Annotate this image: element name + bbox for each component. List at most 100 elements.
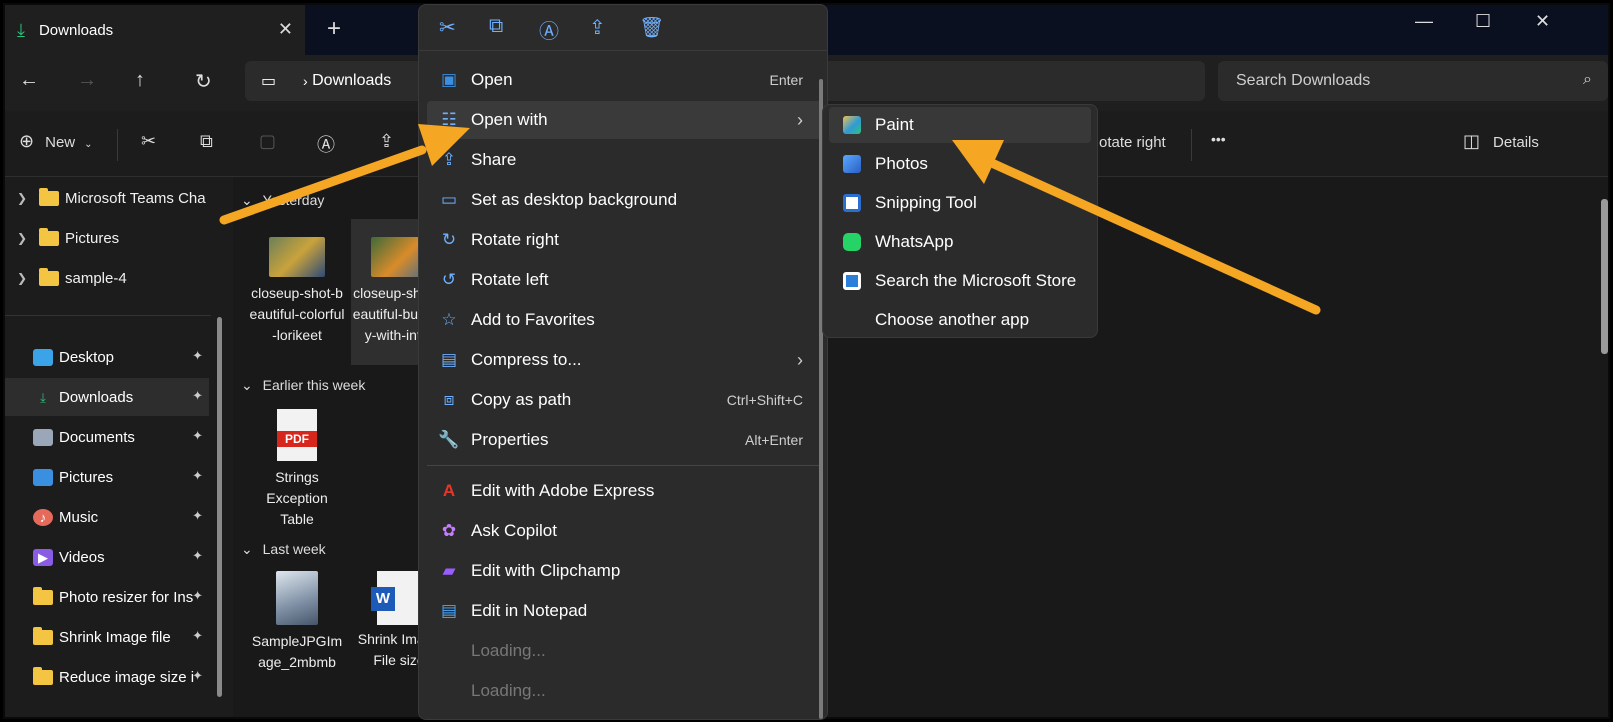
submenu-item-paint[interactable]: Paint	[829, 107, 1091, 143]
chevron-right-icon[interactable]: ❯	[5, 231, 39, 245]
menu-item-open-with[interactable]: ☷ Open with ›	[427, 101, 821, 139]
tree-item-label: Microsoft Teams Cha	[65, 189, 206, 207]
image-thumbnail	[276, 571, 318, 625]
menu-item-label: Add to Favorites	[471, 310, 595, 329]
chevron-right-icon[interactable]: ❯	[5, 271, 39, 285]
menu-item-rotate-left[interactable]: ↺ Rotate left	[427, 261, 821, 299]
submenu-item-photos[interactable]: Photos	[829, 146, 1091, 182]
quick-access-photo-resizer[interactable]: Photo resizer for Ins ✦	[5, 578, 209, 616]
pin-icon: ✦	[192, 588, 203, 603]
up-button[interactable]: ↑	[135, 69, 145, 92]
quick-access-label: Photo resizer for Ins	[59, 588, 194, 606]
breadcrumb-chevron-icon: ›	[303, 73, 308, 89]
submenu-item-snipping-tool[interactable]: Snipping Tool	[829, 185, 1091, 221]
menu-item-rotate-right[interactable]: ↻ Rotate right	[427, 221, 821, 259]
group-label: Last week	[262, 541, 326, 557]
file-name: Strings Exception Table	[266, 469, 328, 527]
delete-icon[interactable]: 🗑	[639, 15, 664, 40]
nav-scrollbar[interactable]	[217, 317, 222, 697]
folder-icon	[33, 626, 53, 645]
compress-icon: ▤	[440, 350, 458, 369]
rename-icon[interactable]: Ⓐ	[317, 131, 335, 157]
quick-access-reduce-image[interactable]: Reduce image size i ✦	[5, 658, 209, 696]
refresh-button[interactable]: ↻	[195, 69, 212, 94]
quick-access-label: Pictures	[59, 468, 114, 486]
group-header-yesterday[interactable]: ⌄ Yesterday	[241, 192, 324, 209]
share-icon[interactable]: ⇪	[589, 15, 606, 40]
submenu-item-microsoft-store[interactable]: Search the Microsoft Store	[829, 263, 1091, 299]
group-label: Earlier this week	[262, 377, 366, 393]
group-header-last-week[interactable]: ⌄ Last week	[241, 541, 326, 558]
submenu-item-whatsapp[interactable]: WhatsApp	[829, 224, 1091, 260]
new-button[interactable]: ⊕ New ⌄	[19, 131, 93, 152]
maximize-button[interactable]: ☐	[1475, 11, 1491, 32]
menu-item-label: Edit with Clipchamp	[471, 561, 621, 580]
chevron-right-icon: ›	[797, 109, 803, 130]
details-button[interactable]: ◫ Details	[1463, 131, 1539, 152]
menu-item-clipchamp[interactable]: ▰ Edit with Clipchamp	[427, 552, 821, 590]
menu-item-compress[interactable]: ▤ Compress to... ›	[427, 341, 821, 379]
paste-icon[interactable]: ▢	[259, 131, 276, 152]
content-scrollbar[interactable]	[1601, 199, 1608, 354]
menu-item-notepad[interactable]: ▤ Edit in Notepad	[427, 592, 821, 630]
quick-access-pictures[interactable]: Pictures ✦	[5, 458, 209, 496]
menu-item-label: Open	[471, 70, 513, 89]
copy-icon[interactable]: ⧉	[489, 15, 503, 38]
menu-item-properties[interactable]: 🔧 Properties Alt+Enter	[427, 421, 821, 459]
back-button[interactable]: ←	[19, 69, 39, 92]
word-badge: W	[371, 587, 395, 611]
menu-item-open[interactable]: ▣ Open Enter	[427, 61, 821, 99]
quick-access-music[interactable]: ♪ Music ✦	[5, 498, 209, 536]
quick-access-downloads[interactable]: ⤓ Downloads ✦	[5, 378, 209, 416]
breadcrumb-downloads[interactable]: Downloads	[312, 72, 391, 90]
details-label: Details	[1493, 134, 1539, 151]
tab-downloads[interactable]: ⤓ Downloads ✕	[5, 5, 305, 55]
tree-item-teams[interactable]: ❯ Microsoft Teams Cha	[5, 181, 211, 215]
file-name: SampleJPGImage_2mbmb	[251, 633, 343, 670]
menu-item-add-favorites[interactable]: ☆ Add to Favorites	[427, 301, 821, 339]
search-input[interactable]: Search Downloads ⌕	[1218, 61, 1608, 101]
file-name: closeup-shot-beautiful-colorful-lorikeet	[249, 285, 345, 343]
submenu-item-choose-another-app[interactable]: Choose another app	[829, 302, 1091, 338]
menu-item-label: Open with	[471, 110, 548, 129]
cut-icon[interactable]: ✂	[439, 15, 456, 40]
tree-item-sample-4[interactable]: ❯ sample-4	[5, 261, 211, 295]
copy-icon[interactable]: ⧉	[200, 131, 213, 152]
quick-access-label: Reduce image size i	[59, 668, 195, 686]
file-lorikeet[interactable]: closeup-shot-beautiful-colorful-lorikeet	[249, 237, 345, 346]
cut-icon[interactable]: ✂	[141, 131, 156, 152]
pin-icon: ✦	[192, 428, 203, 443]
quick-access-shrink-image[interactable]: Shrink Image file ✦	[5, 618, 209, 656]
more-options-icon[interactable]: •••	[1211, 131, 1226, 147]
file-sample-jpg[interactable]: SampleJPGImage_2mbmb	[249, 571, 345, 673]
details-pane-icon: ◫	[1463, 131, 1481, 151]
minimize-button[interactable]: —	[1415, 11, 1433, 32]
menu-item-adobe-express[interactable]: A Edit with Adobe Express	[427, 472, 821, 510]
chevron-right-icon[interactable]: ❯	[5, 191, 39, 205]
rename-icon[interactable]: Ⓐ	[539, 15, 559, 44]
quick-access-label: Documents	[59, 428, 135, 446]
nav-divider	[5, 315, 211, 316]
rotate-right-button[interactable]: otate right	[1099, 131, 1166, 152]
documents-icon	[33, 428, 53, 446]
context-menu: ✂ ⧉ Ⓐ ⇪ 🗑 ▣ Open Enter ☷ Open with › ⇪ S…	[418, 4, 828, 720]
adobe-icon: A	[442, 481, 456, 500]
menu-item-share[interactable]: ⇪ Share	[427, 141, 821, 179]
menu-item-ask-copilot[interactable]: ✿ Ask Copilot	[427, 512, 821, 550]
pin-icon: ✦	[192, 388, 203, 403]
quick-access-videos[interactable]: ▶ Videos ✦	[5, 538, 209, 576]
close-window-button[interactable]: ✕	[1535, 11, 1550, 32]
new-tab-button[interactable]: +	[327, 15, 341, 43]
tree-item-pictures[interactable]: ❯ Pictures	[5, 221, 211, 255]
quick-access-documents[interactable]: Documents ✦	[5, 418, 209, 456]
forward-button[interactable]: →	[77, 69, 97, 92]
menu-item-copy-path[interactable]: ⧈ Copy as path Ctrl+Shift+C	[427, 381, 821, 419]
group-header-earlier[interactable]: ⌄ Earlier this week	[241, 377, 365, 394]
file-strings-exception[interactable]: PDF Strings Exception Table	[249, 409, 345, 530]
close-tab-icon[interactable]: ✕	[278, 19, 293, 40]
menu-item-set-background[interactable]: ▭ Set as desktop background	[427, 181, 821, 219]
share-icon[interactable]: ⇪	[379, 131, 394, 152]
menu-shortcut: Enter	[769, 72, 803, 88]
copy-path-icon: ⧈	[443, 390, 455, 409]
quick-access-desktop[interactable]: Desktop ✦	[5, 338, 209, 376]
